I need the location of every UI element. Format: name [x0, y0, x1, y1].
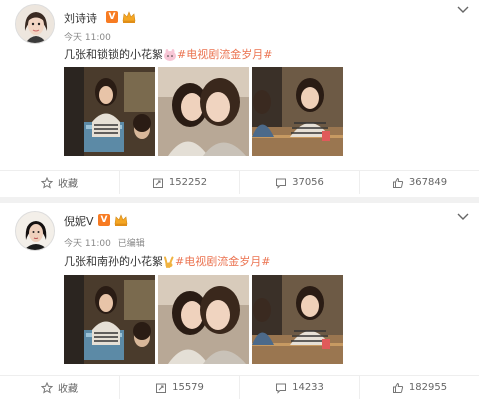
favorite-label: 收藏: [58, 384, 78, 395]
favorite-label: 收藏: [58, 179, 78, 190]
crown-icon: [122, 11, 136, 23]
repost-count: 15579: [172, 382, 204, 393]
action-bar: 收藏 152252 37056 367849: [0, 170, 479, 194]
hashtag-link[interactable]: #电视剧流金岁月#: [175, 255, 270, 268]
like-button[interactable]: 182955: [360, 376, 479, 399]
repost-button[interactable]: 15579: [120, 376, 240, 399]
verified-v-icon: V: [106, 11, 118, 23]
post-photo-1[interactable]: [64, 67, 155, 156]
post-text: 几张和锁锁的小花絮 #电视剧流金岁月#: [64, 46, 272, 62]
repost-button[interactable]: 152252: [120, 171, 240, 194]
comment-icon: [276, 383, 287, 394]
post-photo-2[interactable]: [158, 67, 249, 156]
like-count: 367849: [408, 177, 448, 188]
comment-button[interactable]: 14233: [240, 376, 360, 399]
chevron-down-icon[interactable]: [457, 6, 469, 14]
post-photo-2[interactable]: [158, 275, 249, 364]
photo-grid: [64, 67, 343, 156]
post-meta: 今天 11:00 已编辑: [64, 236, 145, 249]
comment-count: 37056: [292, 177, 324, 188]
username[interactable]: 倪妮V: [64, 213, 94, 229]
comment-icon: [276, 178, 287, 189]
star-icon: [41, 176, 53, 189]
comment-count: 14233: [292, 382, 324, 393]
avatar[interactable]: [15, 211, 55, 251]
repost-icon: [152, 178, 163, 188]
star-icon: [41, 381, 53, 394]
post-text-main: 几张和锁锁的小花絮: [64, 48, 163, 61]
verified-v-icon: V: [98, 214, 110, 226]
post-photo-3[interactable]: [252, 275, 343, 364]
weibo-post-2: 倪妮V V 今天 11:00 已编辑 几张和南孙的小花絮 #电视剧流金岁月# 收…: [0, 203, 479, 400]
thumbs-up-icon: [392, 382, 403, 393]
like-button[interactable]: 367849: [360, 171, 479, 194]
edited-label: 已编辑: [117, 239, 145, 249]
hashtag-link[interactable]: #电视剧流金岁月#: [177, 48, 272, 61]
post-photo-1[interactable]: [64, 275, 155, 364]
avatar[interactable]: [15, 4, 55, 44]
username[interactable]: 刘诗诗: [64, 10, 97, 26]
repost-icon: [156, 383, 167, 393]
photo-grid: [64, 275, 343, 364]
post-text-main: 几张和南孙的小花絮: [64, 255, 163, 268]
bunny-emoji-icon: [164, 49, 176, 61]
post-timestamp[interactable]: 今天 11:00: [64, 239, 111, 249]
post-text: 几张和南孙的小花絮 #电视剧流金岁月#: [64, 253, 270, 269]
action-bar: 收藏 15579 14233 182955: [0, 375, 479, 399]
favorite-button[interactable]: 收藏: [0, 376, 120, 399]
post-photo-3[interactable]: [252, 67, 343, 156]
weibo-post-1: 刘诗诗 V 今天 11:00 几张和锁锁的小花絮 #电视剧流金岁月# 收藏 15…: [0, 0, 479, 200]
comment-button[interactable]: 37056: [240, 171, 360, 194]
post-timestamp[interactable]: 今天 11:00: [64, 30, 111, 43]
chevron-down-icon[interactable]: [457, 213, 469, 221]
repost-count: 152252: [168, 177, 208, 188]
victory-hand-emoji-icon: [164, 256, 174, 268]
favorite-button[interactable]: 收藏: [0, 171, 120, 194]
thumbs-up-icon: [392, 177, 403, 188]
crown-icon: [114, 214, 128, 226]
like-count: 182955: [408, 382, 448, 393]
